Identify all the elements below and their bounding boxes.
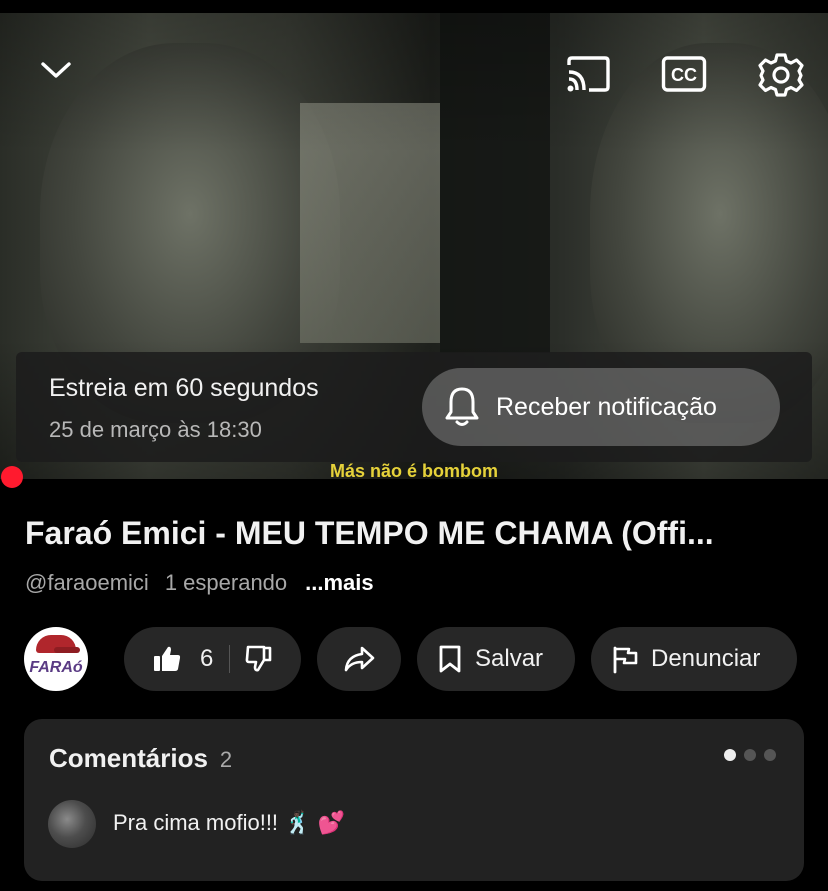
progress-scrubber[interactable]	[1, 466, 23, 488]
cast-icon	[567, 56, 610, 92]
report-button[interactable]: Denunciar	[591, 627, 797, 691]
dislike-icon[interactable]	[244, 644, 274, 674]
settings-button[interactable]	[756, 50, 806, 100]
report-button-label: Denunciar	[651, 645, 761, 672]
like-icon[interactable]	[152, 644, 182, 674]
video-subtitle: Más não é bombom	[329, 462, 499, 479]
channel-avatar-logo: FARAó	[29, 659, 83, 676]
notify-button-label: Receber notificação	[496, 392, 717, 421]
like-dislike-group: 6	[124, 627, 301, 691]
premiere-date: 25 de março às 18:30	[49, 417, 262, 442]
comments-title: Comentários	[49, 743, 208, 773]
save-button-label: Salvar	[475, 645, 544, 672]
channel-avatar[interactable]: FARAó	[24, 627, 88, 691]
collapse-button[interactable]	[30, 48, 82, 92]
flag-icon	[613, 646, 638, 674]
like-count: 6	[200, 645, 214, 672]
carousel-dots	[724, 749, 776, 761]
premiere-countdown: Estreia em 60 segundos	[49, 374, 319, 402]
save-button[interactable]: Salvar	[417, 627, 575, 691]
more-link[interactable]: ...mais	[305, 570, 373, 596]
carousel-dot-active	[724, 749, 736, 761]
gear-icon	[758, 53, 804, 97]
comments-count: 2	[219, 747, 233, 772]
comments-header: Comentários 2	[49, 743, 232, 774]
channel-handle: @faraoemici	[25, 570, 149, 595]
comment-text: Pra cima mofio!!! 🕺🏿 💕	[113, 810, 346, 835]
video-title[interactable]: Faraó Emici - MEU TEMPO ME CHAMA (Offi..…	[25, 515, 815, 552]
commenter-avatar	[48, 800, 96, 848]
notify-button[interactable]: Receber notificação	[422, 368, 780, 446]
chevron-down-icon	[41, 62, 71, 78]
waiting-count: 1 esperando	[164, 570, 288, 595]
share-button[interactable]	[317, 627, 401, 691]
bell-icon	[445, 387, 479, 426]
carousel-dot	[764, 749, 776, 761]
carousel-dot	[744, 749, 756, 761]
share-icon	[344, 646, 375, 672]
cc-icon: CC	[661, 56, 707, 92]
premiere-banner: Estreia em 60 segundos 25 de março às 18…	[16, 352, 812, 462]
captions-button[interactable]: CC	[658, 52, 710, 96]
cast-button[interactable]	[560, 52, 616, 96]
bookmark-icon	[439, 645, 461, 673]
video-meta[interactable]: @faraoemici 1 esperando ...mais	[25, 570, 374, 596]
comments-card[interactable]: Comentários 2 Pra cima mofio!!! 🕺🏿 💕	[24, 719, 804, 881]
svg-text:CC: CC	[671, 65, 697, 85]
